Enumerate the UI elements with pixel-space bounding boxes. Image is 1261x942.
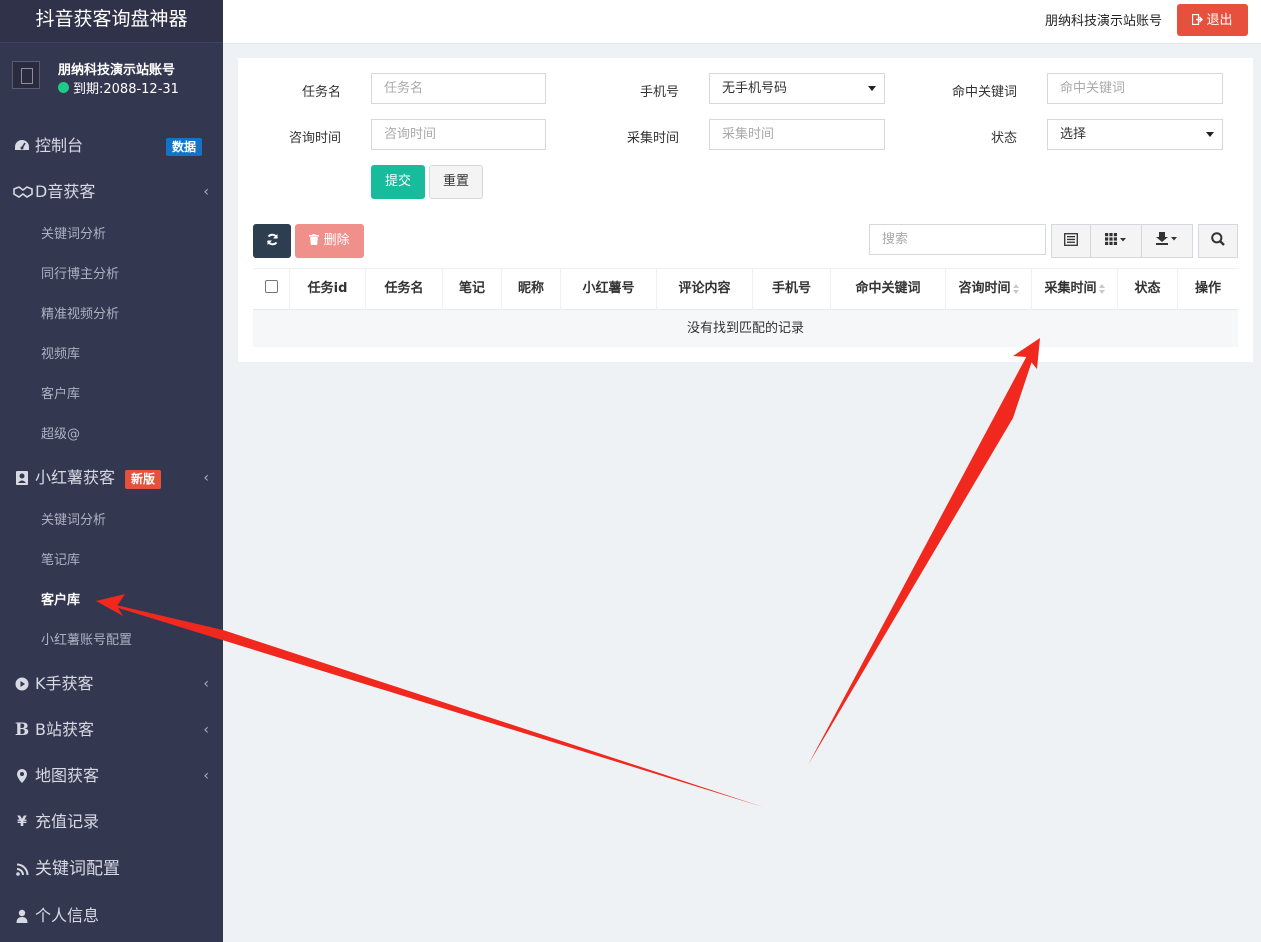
annotation-arrow-left [103,597,763,807]
annotation-arrow-right [808,349,1036,765]
annotation-arrows [96,338,1040,807]
annotation-arrow-left-head [96,594,125,616]
